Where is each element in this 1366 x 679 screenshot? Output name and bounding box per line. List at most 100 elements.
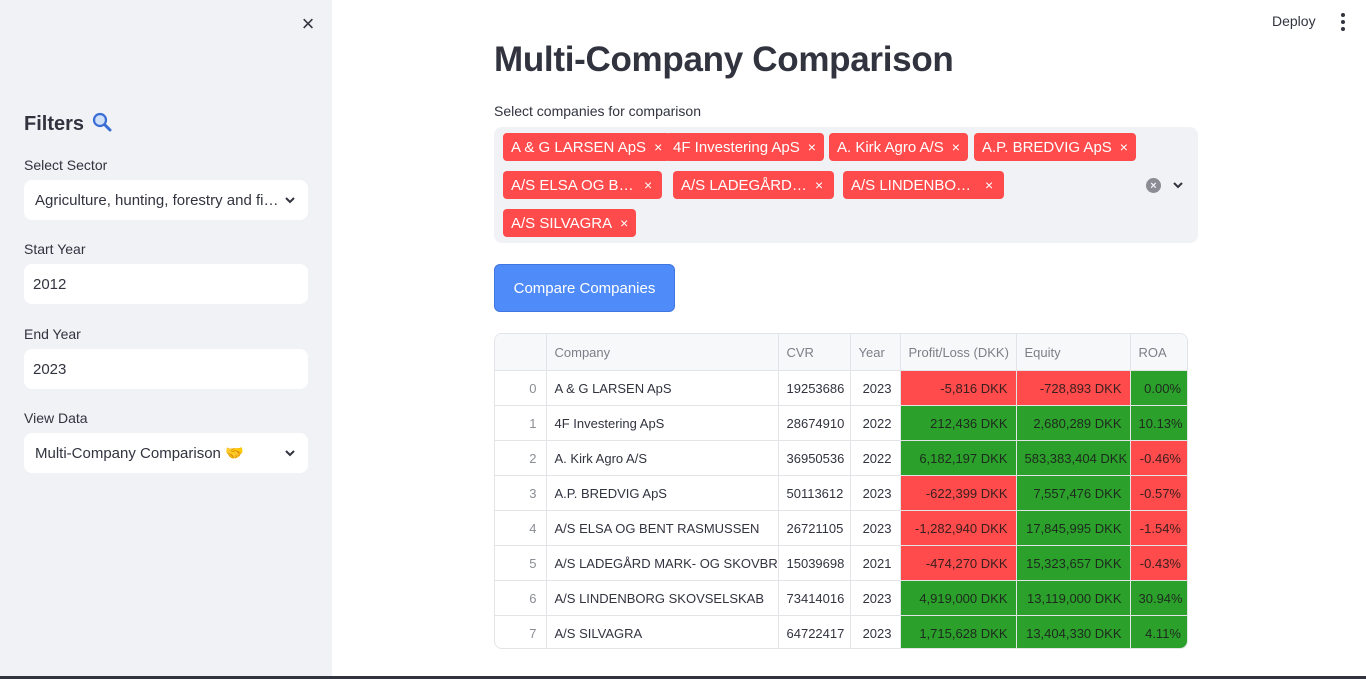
cell-equity[interactable]: 15,323,657 DKK [1016, 545, 1131, 581]
cell-cvr[interactable]: 26721105 [778, 510, 851, 546]
remove-tag-icon[interactable]: × [654, 139, 662, 155]
cell-company[interactable]: A & G LARSEN ApS [546, 370, 779, 406]
cell-roa[interactable]: 4.11% [1130, 615, 1187, 648]
cell-index[interactable]: 3 [495, 475, 547, 511]
deploy-button[interactable]: Deploy [1272, 13, 1316, 29]
column-header-cvr[interactable]: CVR [778, 334, 851, 371]
compare-companies-button[interactable]: Compare Companies [494, 264, 675, 312]
more-vertical-icon [1341, 13, 1345, 17]
cell-year[interactable]: 2022 [850, 440, 901, 476]
cell-year[interactable]: 2023 [850, 370, 901, 406]
cell-index[interactable]: 0 [495, 370, 547, 406]
table-row[interactable]: 7 A/S SILVAGRA 64722417 2023 1,715,628 DKK 13… [495, 615, 1187, 648]
page-title: Multi-Company Comparison [494, 40, 954, 79]
cell-year[interactable]: 2022 [850, 405, 901, 441]
cell-roa[interactable]: -1.54% [1130, 510, 1187, 546]
company-tag: A/S LINDENBORG SKOVSELSKAB × [843, 171, 1004, 199]
column-header-company[interactable]: Company [546, 334, 779, 371]
cell-profit[interactable]: 4,919,000 DKK [900, 580, 1017, 616]
cell-company[interactable]: A/S LADEGÅRD MARK- OG SKOVBRUG [546, 545, 779, 581]
chevron-down-icon[interactable] [1171, 178, 1185, 197]
cell-cvr[interactable]: 28674910 [778, 405, 851, 441]
cell-year[interactable]: 2023 [850, 580, 901, 616]
cell-roa[interactable]: 10.13% [1130, 405, 1187, 441]
start-year-input[interactable]: 2012 [24, 264, 308, 304]
table-row[interactable]: 5 A/S LADEGÅRD MARK- OG SKOVBRUG 15039698 2… [495, 545, 1187, 581]
close-sidebar-button[interactable]: × [296, 11, 320, 36]
company-tag: A/S ELSA OG BENT RASMUSSEN × [503, 171, 662, 199]
cell-company[interactable]: A.P. BREDVIG ApS [546, 475, 779, 511]
cell-index[interactable]: 5 [495, 545, 547, 581]
cell-company[interactable]: A. Kirk Agro A/S [546, 440, 779, 476]
company-tag: A/S LADEGÅRD MARK- OG SKOVBRUG × [673, 171, 834, 199]
remove-tag-icon[interactable]: × [952, 139, 960, 155]
cell-year[interactable]: 2023 [850, 510, 901, 546]
cell-cvr[interactable]: 73414016 [778, 580, 851, 616]
table-row[interactable]: 6 A/S LINDENBORG SKOVSELSKAB 73414016 2023 4… [495, 580, 1187, 616]
cell-profit[interactable]: -5,816 DKK [900, 370, 1017, 406]
cell-cvr[interactable]: 64722417 [778, 615, 851, 648]
cell-roa[interactable]: -0.46% [1130, 440, 1187, 476]
cell-year[interactable]: 2023 [850, 475, 901, 511]
cell-cvr[interactable]: 50113612 [778, 475, 851, 511]
table-row[interactable]: 3 A.P. BREDVIG ApS 50113612 2023 -622,399 DK… [495, 475, 1187, 511]
table-row[interactable]: 0A & G LARSEN ApS 19253686 2023 -5,816 DKK -… [495, 370, 1187, 406]
cell-profit[interactable]: 6,182,197 DKK [900, 440, 1017, 476]
cell-index[interactable]: 2 [495, 440, 547, 476]
cell-index[interactable]: 4 [495, 510, 547, 546]
cell-equity[interactable]: -728,893 DKK [1016, 370, 1131, 406]
view-data-select[interactable]: Multi-Company Comparison 🤝 [24, 433, 308, 473]
cell-company[interactable]: 4F Investering ApS [546, 405, 779, 441]
cell-year[interactable]: 2023 [850, 615, 901, 648]
cell-index[interactable]: 1 [495, 405, 547, 441]
cell-roa[interactable]: -0.43% [1130, 545, 1187, 581]
cell-company[interactable]: A/S LINDENBORG SKOVSELSKAB [546, 580, 779, 616]
cell-equity[interactable]: 13,404,330 DKK [1016, 615, 1131, 648]
table-row[interactable]: 1 4F Investering ApS 28674910 2022 212,436 D… [495, 405, 1187, 441]
magnifier-icon [92, 112, 112, 137]
sector-select[interactable]: Agriculture, hunting, forestry and fishi… [24, 180, 308, 220]
column-header-equity[interactable]: Equity [1016, 334, 1131, 371]
column-header-year[interactable]: Year [850, 334, 901, 371]
table-row[interactable]: 4 A/S ELSA OG BENT RASMUSSEN 26721105 2023-… [495, 510, 1187, 546]
cell-roa[interactable]: -0.57% [1130, 475, 1187, 511]
cell-cvr[interactable]: 15039698 [778, 545, 851, 581]
cell-roa[interactable]: 0.00% [1130, 370, 1187, 406]
column-header-profit[interactable]: Profit/Loss (DKK) [900, 334, 1017, 371]
remove-tag-icon[interactable]: × [620, 215, 628, 231]
cell-year[interactable]: 2021 [850, 545, 901, 581]
multiselect-label: Select companies for comparison [494, 103, 701, 119]
comparison-table[interactable]: Company CVR Year Profit/Loss (DKK) Equit… [494, 333, 1188, 649]
column-header-roa[interactable]: ROA [1130, 334, 1187, 371]
cell-profit[interactable]: -1,282,940 DKK [900, 510, 1017, 546]
cell-cvr[interactable]: 19253686 [778, 370, 851, 406]
end-year-input[interactable]: 2023 [24, 349, 308, 389]
remove-tag-icon[interactable]: × [815, 177, 823, 193]
cell-equity[interactable]: 583,383,404 DKK [1016, 440, 1131, 476]
remove-tag-icon[interactable]: × [644, 177, 652, 193]
cell-roa[interactable]: 30.94% [1130, 580, 1187, 616]
cell-profit[interactable]: -622,399 DKK [900, 475, 1017, 511]
cell-equity[interactable]: 2,680,289 DKK [1016, 405, 1131, 441]
column-header-index[interactable] [495, 334, 547, 371]
main-menu-button[interactable] [1336, 12, 1350, 32]
clear-all-icon[interactable]: × [1146, 178, 1161, 193]
cell-profit[interactable]: 1,715,628 DKK [900, 615, 1017, 648]
cell-company[interactable]: A/S SILVAGRA [546, 615, 779, 648]
cell-equity[interactable]: 13,119,000 DKK [1016, 580, 1131, 616]
remove-tag-icon[interactable]: × [808, 139, 816, 155]
cell-company[interactable]: A/S ELSA OG BENT RASMUSSEN [546, 510, 779, 546]
end-year-label: End Year [24, 326, 81, 342]
remove-tag-icon[interactable]: × [1120, 139, 1128, 155]
cell-equity[interactable]: 17,845,995 DKK [1016, 510, 1131, 546]
cell-profit[interactable]: 212,436 DKK [900, 405, 1017, 441]
table-row[interactable]: 2 A. Kirk Agro A/S 36950536 2022 6,182,197 D… [495, 440, 1187, 476]
company-multiselect[interactable]: A & G LARSEN ApS × 4F Investering ApS × … [494, 127, 1198, 243]
cell-equity[interactable]: 7,557,476 DKK [1016, 475, 1131, 511]
cell-profit[interactable]: -474,270 DKK [900, 545, 1017, 581]
cell-index[interactable]: 6 [495, 580, 547, 616]
cell-cvr[interactable]: 36950536 [778, 440, 851, 476]
cell-index[interactable]: 7 [495, 615, 547, 648]
sidebar: × Filters Select Sector Agriculture, hun… [0, 0, 332, 679]
remove-tag-icon[interactable]: × [985, 177, 993, 193]
